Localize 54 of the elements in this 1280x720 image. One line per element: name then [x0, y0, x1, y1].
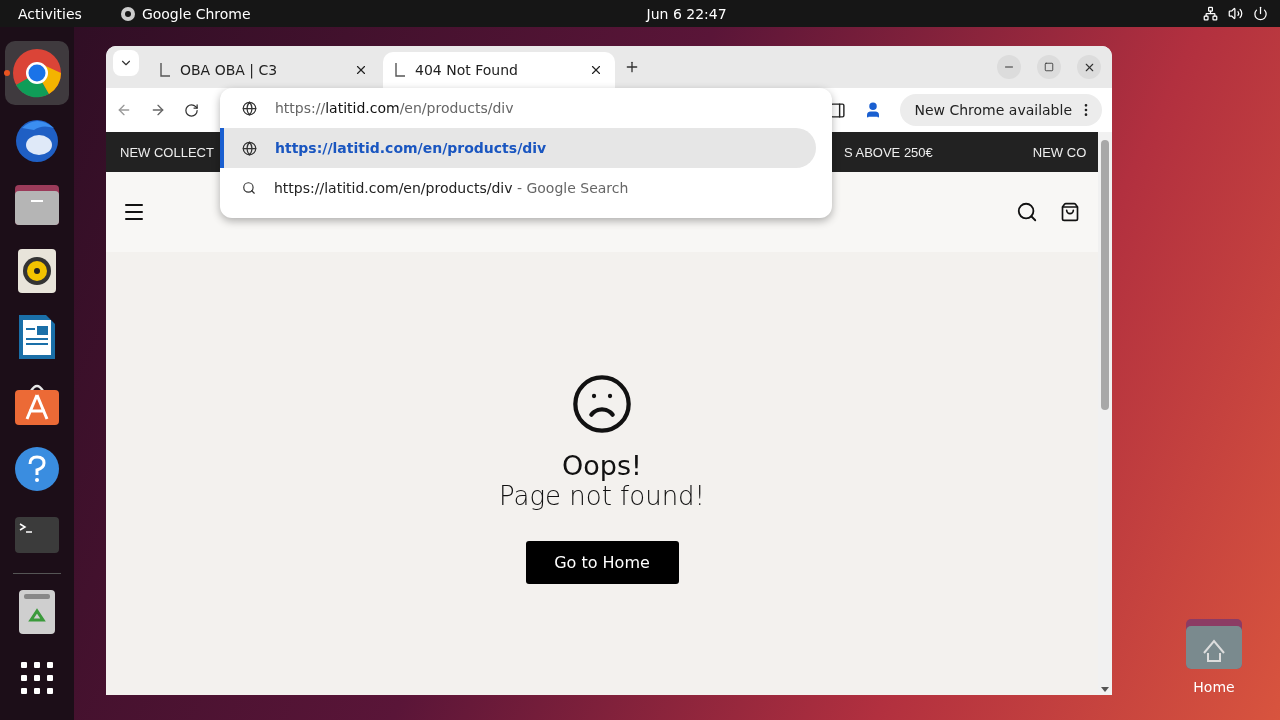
- running-dot: [4, 70, 10, 76]
- network-icon[interactable]: [1203, 6, 1218, 21]
- forward-icon[interactable]: [150, 102, 166, 118]
- maximize-button[interactable]: [1037, 55, 1061, 79]
- home-button[interactable]: Go to Home: [525, 541, 679, 584]
- bag-icon[interactable]: [1060, 202, 1080, 222]
- error-message: Page not found!: [498, 481, 706, 511]
- tab[interactable]: OBA OBA | C3: [148, 52, 380, 88]
- close-icon[interactable]: [354, 63, 368, 77]
- suggestion-text: https://latitid.com/en/products/div - Google Search: [274, 180, 629, 196]
- tab-title: 404 Not Found: [415, 62, 519, 78]
- close-button[interactable]: [1077, 55, 1101, 79]
- volume-icon[interactable]: [1228, 6, 1243, 21]
- suggestion-item[interactable]: https://latitid.com/en/products/div: [220, 128, 816, 168]
- scrollbar-thumb[interactable]: [1101, 140, 1109, 410]
- clock[interactable]: Jun 6 22:47: [646, 5, 727, 22]
- app-menu[interactable]: Google Chrome: [141, 5, 251, 22]
- chrome-icon[interactable]: [12, 48, 62, 98]
- close-icon[interactable]: [589, 63, 603, 77]
- reload-icon[interactable]: [184, 102, 199, 118]
- sad-face-icon: [570, 372, 634, 436]
- suggestion-item[interactable]: https://latitid.com/en/products/div - Google Search: [220, 168, 832, 208]
- back-icon[interactable]: [116, 102, 132, 118]
- folder-icon[interactable]: [1186, 619, 1242, 669]
- search-icon[interactable]: [1016, 201, 1038, 223]
- search-icon: [242, 181, 256, 195]
- update-chip[interactable]: New Chrome available: [900, 94, 1102, 126]
- new-tab-button[interactable]: [624, 59, 640, 75]
- address-field[interactable]: https://latitid.com/en/products/div: [275, 100, 514, 116]
- document-icon[interactable]: [18, 314, 56, 360]
- error-title: Oops!: [562, 450, 642, 481]
- suggestion-text: https://latitid.com/en/products/div: [275, 140, 547, 156]
- maximize-icon: [1044, 62, 1054, 72]
- announcement-text: NEW COLLECT: [120, 144, 214, 160]
- power-icon[interactable]: [1253, 6, 1268, 21]
- page-icon: [160, 63, 170, 77]
- globe-icon: [242, 100, 257, 116]
- desktop-icon-label: Home: [1193, 679, 1235, 695]
- page-icon: [395, 63, 405, 77]
- announcement-text: S ABOVE 250€: [843, 144, 933, 160]
- folder-icon[interactable]: [14, 184, 60, 226]
- show-apps-icon[interactable]: [21, 662, 53, 694]
- terminal-icon[interactable]: [15, 517, 59, 553]
- tab-title: OBA OBA | C3: [180, 62, 279, 78]
- minimize-button[interactable]: [997, 55, 1021, 79]
- tab[interactable]: 404 Not Found: [383, 52, 615, 88]
- speaker-icon[interactable]: [18, 249, 56, 293]
- globe-icon: [242, 140, 257, 156]
- help-icon[interactable]: [15, 447, 59, 491]
- announcement-text: NEW CO: [1032, 144, 1087, 160]
- dock-item[interactable]: [5, 41, 69, 105]
- chrome-icon: [119, 5, 136, 22]
- activities-button[interactable]: Activities: [18, 5, 82, 22]
- scroll-down-icon[interactable]: [1101, 687, 1109, 692]
